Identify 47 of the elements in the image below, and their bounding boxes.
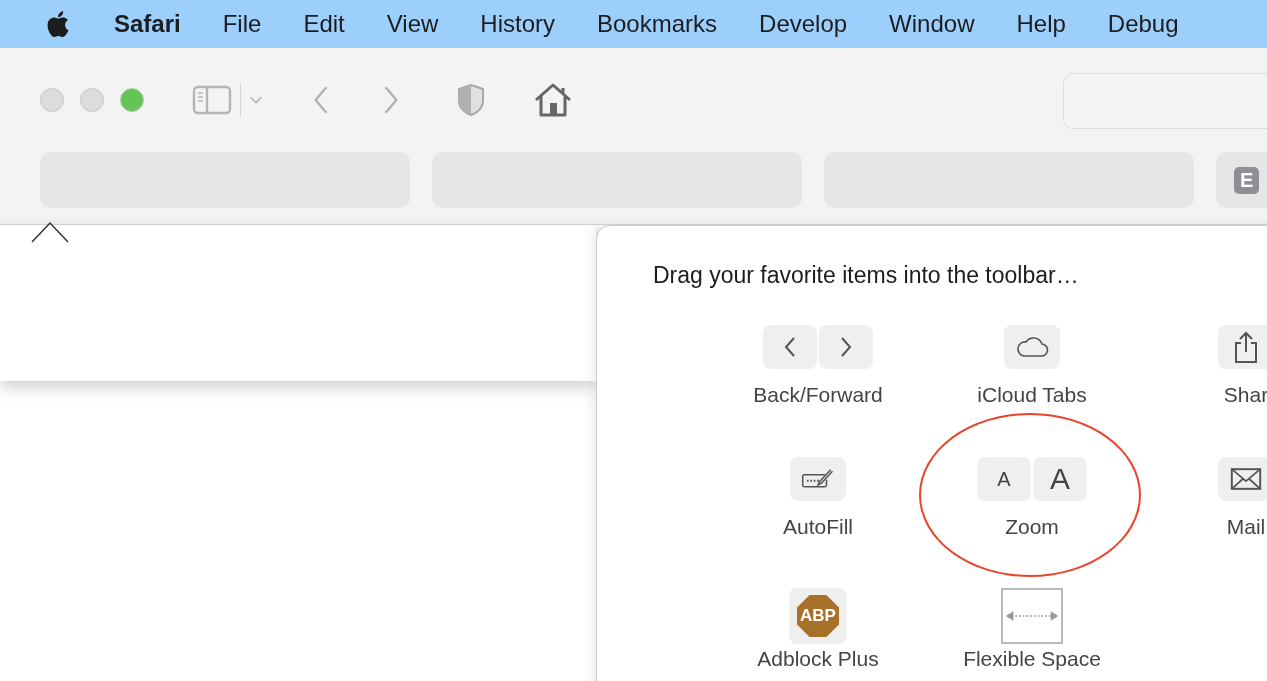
toolbar-item-label: Zoom	[1005, 515, 1059, 539]
back-icon	[783, 336, 797, 358]
toolbar-item-label: Shar	[1223, 383, 1267, 407]
back-tile[interactable]	[763, 325, 817, 369]
menu-item[interactable]: Edit	[303, 10, 345, 38]
home-icon[interactable]	[533, 82, 573, 118]
menu-item[interactable]: Debug	[1107, 10, 1179, 38]
menu-item[interactable]: Window	[889, 10, 975, 38]
menu-item[interactable]: Bookmarks	[597, 10, 718, 38]
window-control-button[interactable]	[80, 88, 104, 112]
adblock-tile[interactable]: ABP	[789, 588, 847, 644]
menu-item[interactable]: Help	[1016, 10, 1066, 38]
share-icon	[1233, 330, 1259, 364]
cloud-icon	[1015, 335, 1049, 359]
share-tile[interactable]	[1218, 325, 1267, 369]
sidebar-icon[interactable]	[192, 85, 232, 115]
forward-icon[interactable]	[383, 85, 399, 115]
flexible-space-tile[interactable]	[1001, 588, 1063, 644]
back-icon[interactable]	[313, 85, 329, 115]
adblock-logo: ABP	[797, 595, 839, 637]
menu-item[interactable]: Develop	[759, 10, 848, 38]
menu-item[interactable]: View	[386, 10, 439, 38]
autofill-tile[interactable]	[790, 457, 846, 501]
double-arrow-icon	[1004, 610, 1060, 622]
popover-caret-icon	[31, 221, 69, 243]
menu-item[interactable]: File	[222, 10, 262, 38]
window-control-button[interactable]	[40, 88, 64, 112]
sheet-title: Drag your favorite items into the toolbar…	[653, 262, 1080, 289]
shield-icon[interactable]	[457, 83, 485, 117]
chevron-down-icon[interactable]	[249, 95, 263, 105]
toolbar-item-label: AutoFill	[783, 515, 853, 539]
zoom-out-button[interactable]: A	[977, 457, 1031, 501]
menu-item[interactable]: Safari	[114, 10, 181, 38]
toolbar-item-label: Flexible Space	[963, 647, 1101, 671]
toolbar-item-label: Mail	[1226, 515, 1266, 539]
toolbar-item-label: iCloud Tabs	[977, 383, 1087, 407]
zoom-in-button[interactable]: A	[1033, 457, 1087, 501]
mail-tile[interactable]	[1218, 457, 1267, 501]
icloud-tile[interactable]	[1004, 325, 1060, 369]
window-control-button[interactable]	[120, 88, 144, 112]
toolbar-item-label: Adblock Plus	[757, 647, 879, 671]
tab-badge: E	[1234, 166, 1260, 194]
menu-item[interactable]: History	[480, 10, 555, 38]
forward-tile[interactable]	[819, 325, 873, 369]
envelope-icon	[1229, 467, 1263, 491]
toolbar-item-label: Back/Forward	[753, 383, 883, 407]
forward-icon	[839, 336, 853, 358]
